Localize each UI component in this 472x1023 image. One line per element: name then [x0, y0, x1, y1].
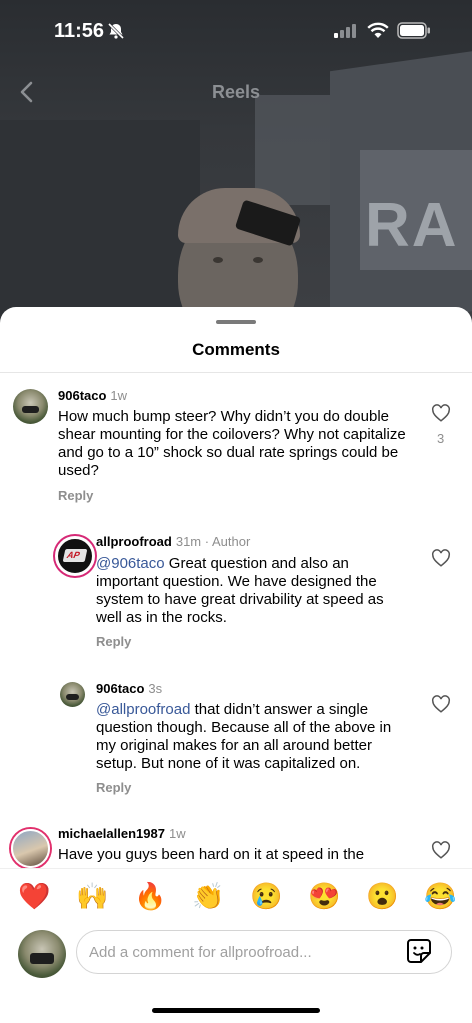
comment-username[interactable]: allproofroad [96, 534, 172, 549]
mention-link[interactable]: @allproofroad [96, 701, 190, 718]
sheet-title: Comments [192, 340, 280, 359]
quick-reaction-bar: ❤️ 🙌 🔥 👏 😢 😍 😮 😂 [0, 868, 472, 925]
battery-icon [397, 22, 430, 39]
reply-button[interactable]: Reply [96, 634, 131, 649]
comment-username[interactable]: 906taco [96, 681, 144, 696]
reaction-raised-hands-emoji[interactable]: 🙌 [76, 881, 108, 911]
avatar[interactable] [13, 389, 48, 424]
comment-header: 906taco 3s [96, 681, 162, 696]
avatar[interactable] [55, 536, 95, 576]
page-title: Reels [211, 82, 261, 102]
sheet-grabber[interactable] [216, 320, 256, 324]
comment-text: Have you guys been hard on it at speed i… [58, 846, 365, 863]
comment-text: @allproofroad that didn’t answer a singl… [96, 701, 411, 773]
avatar[interactable] [60, 682, 85, 707]
video-eye [213, 257, 223, 263]
my-avatar [18, 930, 66, 978]
reply-button[interactable]: Reply [96, 780, 131, 795]
home-indicator [152, 1008, 320, 1013]
reaction-laughing-emoji[interactable]: 😂 [424, 881, 456, 911]
reaction-heart-emoji[interactable]: ❤️ [18, 881, 50, 911]
comment-timestamp: 3s [148, 681, 163, 696]
reaction-surprised-emoji[interactable]: 😮 [366, 881, 398, 911]
reaction-fire-emoji[interactable]: 🔥 [134, 881, 166, 911]
comment-timestamp: 1w [168, 826, 186, 841]
wifi-icon [367, 22, 389, 38]
comment-input[interactable] [76, 930, 452, 974]
comment-username[interactable]: 906taco [58, 388, 106, 403]
comment-header: 906taco 1w [58, 388, 127, 403]
heart-icon[interactable] [431, 404, 451, 422]
status-bar: 11:56 [0, 0, 472, 64]
comment-composer [0, 924, 472, 1023]
comment-text: @906taco Great question and also an impo… [96, 555, 411, 627]
comment-timestamp: 31m · Author [175, 534, 251, 549]
avatar[interactable] [11, 829, 50, 868]
mention-link[interactable]: @906taco [96, 555, 165, 572]
reply-button[interactable]: Reply [58, 488, 93, 503]
comment-header: michaelallen1987 1w [58, 826, 186, 841]
reaction-heart-eyes-emoji[interactable]: 😍 [308, 881, 340, 911]
video-eye [253, 257, 263, 263]
comment-timestamp: 1w [110, 388, 128, 403]
heart-icon[interactable] [431, 549, 451, 567]
video-banner-text: RA [365, 191, 459, 260]
divider [0, 372, 472, 373]
heart-icon[interactable] [431, 841, 451, 859]
status-time: 11:56 [54, 20, 105, 42]
like-count: 3 [437, 431, 445, 446]
cellular-signal-icon [334, 24, 356, 38]
heart-icon[interactable] [431, 695, 451, 713]
video-wall [0, 120, 200, 330]
sticker-icon[interactable] [405, 937, 433, 965]
reaction-clap-emoji[interactable]: 👏 [192, 881, 224, 911]
reaction-crying-emoji[interactable]: 😢 [250, 881, 282, 911]
allproofroad-logo [62, 549, 88, 562]
comment-text: How much bump steer? Why didn’t you do d… [58, 408, 406, 479]
comment-username[interactable]: michaelallen1987 [58, 826, 165, 841]
comment-header: allproofroad 31m · Author [96, 534, 250, 549]
silent-bell-icon [107, 22, 125, 40]
